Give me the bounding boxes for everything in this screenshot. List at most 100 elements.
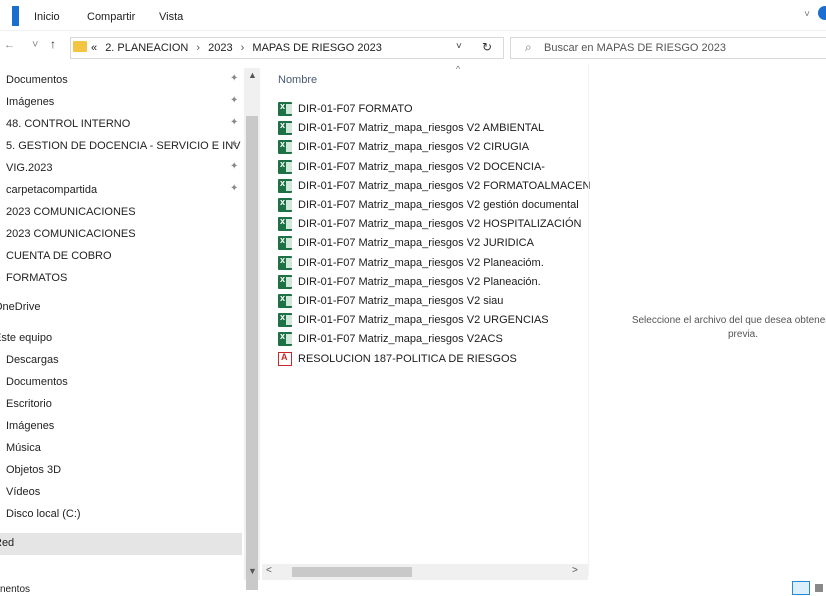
sidebar-item[interactable]: VIG.2023 ✦ — [0, 158, 242, 180]
sidebar-item[interactable]: FORMATOS — [0, 268, 242, 290]
sidebar-item[interactable]: Música — [0, 438, 242, 460]
scroll-up-icon[interactable]: ▲ — [248, 70, 257, 80]
scrollbar-thumb[interactable] — [292, 567, 412, 577]
list-item[interactable]: DIR-01-F07 Matriz_mapa_riesgos V2 DOCENC… — [278, 158, 588, 177]
preview-message-line2: previa. — [727, 329, 758, 340]
help-icon[interactable] — [818, 6, 826, 20]
list-item[interactable]: DIR-01-F07 FORMATO — [278, 100, 588, 119]
sidebar-item[interactable]: carpetacompartida ✦ — [0, 180, 242, 202]
sidebar-item[interactable]: Descargas — [0, 350, 242, 372]
sidebar-item-label: carpetacompartida — [6, 184, 98, 196]
list-item[interactable]: DIR-01-F07 Matriz_mapa_riesgos V2 URGENC… — [278, 311, 588, 330]
pin-icon[interactable]: ✦ — [230, 73, 238, 84]
excel-file-icon — [278, 159, 292, 174]
list-item[interactable]: DIR-01-F07 Matriz_mapa_riesgos V2 CIRUGI… — [278, 138, 588, 157]
sidebar-item[interactable]: Este equipo — [0, 328, 242, 350]
breadcrumb-item-mapas[interactable]: MAPAS DE RIESGO 2023 — [252, 42, 381, 54]
scroll-down-icon[interactable]: ▼ — [248, 566, 257, 576]
list-item[interactable]: DIR-01-F07 Matriz_mapa_riesgos V2 gestió… — [278, 196, 588, 215]
breadcrumb-overflow[interactable]: « — [91, 42, 97, 54]
tab-inicio[interactable]: Inicio — [34, 11, 60, 23]
sidebar-item[interactable]: Escritorio — [0, 394, 242, 416]
pin-icon[interactable]: ✦ — [230, 139, 238, 150]
list-item[interactable]: DIR-01-F07 Matriz_mapa_riesgos V2 HOSPIT… — [278, 215, 588, 234]
scroll-right-icon[interactable]: > — [572, 565, 578, 576]
file-list-horizontal-scrollbar[interactable]: < > — [262, 564, 588, 580]
sidebar-item[interactable]: 48. CONTROL INTERNO ✦ — [0, 114, 242, 136]
sidebar-item[interactable]: Imágenes — [0, 416, 242, 438]
sidebar-item-label: OneDrive — [0, 301, 41, 313]
breadcrumb-separator-icon[interactable]: › — [196, 42, 200, 54]
sidebar-item[interactable]: Objetos 3D — [0, 460, 242, 482]
list-item[interactable]: DIR-01-F07 Matriz_mapa_riesgos V2ACS — [278, 330, 588, 349]
list-item[interactable]: RESOLUCION 187-POLITICA DE RIESGOS — [278, 350, 588, 369]
ribbon: Inicio Compartir Vista ˅ — [0, 0, 826, 31]
address-dropdown-chevron-icon[interactable]: ˅ — [456, 41, 462, 52]
sidebar-item[interactable]: OneDrive — [0, 297, 242, 319]
sidebar-item-label: 48. CONTROL INTERNO — [6, 118, 131, 130]
sidebar-item[interactable]: CUENTA DE COBRO — [0, 246, 242, 268]
scrollbar-thumb[interactable] — [246, 116, 258, 590]
search-box[interactable]: ⌕ Buscar en MAPAS DE RIESGO 2023 — [510, 37, 826, 59]
sidebar-item[interactable]: Vídeos — [0, 482, 242, 504]
ribbon-collapse-chevron-icon[interactable]: ˅ — [804, 9, 810, 20]
excel-file-icon — [278, 101, 292, 116]
forward-arrow-icon[interactable]: ← — [4, 39, 15, 51]
sidebar-item-label: Documentos — [6, 376, 68, 388]
list-item[interactable]: DIR-01-F07 Matriz_mapa_riesgos V2 Planea… — [278, 273, 588, 292]
refresh-icon[interactable]: ↻ — [482, 40, 492, 54]
navigation-pane: Documentos ✦ Imágenes ✦ 48. CONTROL INTERNO ✦… — [0, 68, 244, 568]
tab-vista[interactable]: Vista — [159, 11, 183, 23]
list-item[interactable]: DIR-01-F07 Matriz_mapa_riesgos V2 Planea… — [278, 254, 588, 273]
sidebar-item-label: 5. GESTION DE DOCENCIA - SERVICIO E INV — [6, 140, 241, 152]
list-item[interactable]: DIR-01-F07 Matriz_mapa_riesgos V2 FORMAT… — [278, 177, 590, 196]
address-bar[interactable]: « 2. PLANEACION › 2023 › MAPAS DE RIESGO… — [70, 37, 504, 59]
recent-locations-chevron-icon[interactable]: ˅ — [32, 39, 38, 51]
preview-pane: Seleccione el archivo del que desea obte… — [588, 64, 826, 576]
up-arrow-icon[interactable]: ↑ — [50, 37, 56, 51]
list-item[interactable]: DIR-01-F07 Matriz_mapa_riesgos V2 JURIDI… — [278, 234, 588, 253]
pin-icon[interactable]: ✦ — [230, 95, 238, 106]
sidebar-item-label: Objetos 3D — [6, 464, 62, 476]
sidebar-item-label: Vídeos — [6, 486, 41, 498]
file-name: DIR-01-F07 Matriz_mapa_riesgos V2 JURIDI… — [298, 237, 534, 249]
column-header-nombre[interactable]: Nombre — [278, 74, 317, 86]
sidebar-item-label: Imágenes — [6, 420, 55, 432]
file-tab[interactable] — [12, 6, 19, 26]
sidebar-item[interactable]: 2023 COMUNICACIONES — [0, 224, 242, 246]
list-item[interactable]: DIR-01-F07 Matriz_mapa_riesgos V2 siau — [278, 292, 588, 311]
sidebar-item[interactable]: Documentos ✦ — [0, 70, 242, 92]
status-bar: nentos — [0, 581, 826, 596]
sidebar-item[interactable]: Red — [0, 533, 242, 555]
breadcrumb-item-2023[interactable]: 2023 — [208, 42, 232, 54]
sidebar-item[interactable]: 5. GESTION DE DOCENCIA - SERVICIO E INV ✦ — [0, 136, 242, 158]
tab-compartir[interactable]: Compartir — [87, 11, 135, 23]
sidebar-item-label: Este equipo — [0, 332, 53, 344]
excel-file-icon — [278, 255, 292, 270]
pin-icon[interactable]: ✦ — [230, 161, 238, 172]
excel-file-icon — [278, 331, 292, 346]
sidebar-item[interactable]: Documentos — [0, 372, 242, 394]
details-view-icon[interactable] — [792, 581, 810, 595]
search-input[interactable]: Buscar en MAPAS DE RIESGO 2023 — [544, 42, 726, 54]
excel-file-icon — [278, 216, 292, 231]
navigation-bar: ← ˅ ↑ « 2. PLANEACION › 2023 › MAPAS DE … — [0, 34, 826, 60]
large-icons-view-icon[interactable] — [815, 584, 823, 592]
pdf-file-icon — [278, 352, 292, 366]
sidebar-item-label: VIG.2023 — [6, 162, 53, 174]
pin-icon[interactable]: ✦ — [230, 117, 238, 128]
sidebar-item[interactable]: Disco local (C:) — [0, 504, 242, 526]
file-name: DIR-01-F07 Matriz_mapa_riesgos V2 AMBIEN… — [298, 122, 545, 134]
sidebar-item-label: Imágenes — [6, 96, 55, 108]
pin-icon[interactable]: ✦ — [230, 183, 238, 194]
sidebar-item[interactable]: Imágenes ✦ — [0, 92, 242, 114]
breadcrumb-item-planeacion[interactable]: 2. PLANEACION — [105, 42, 188, 54]
breadcrumb-separator-icon[interactable]: › — [241, 42, 245, 54]
excel-file-icon — [278, 120, 292, 135]
sidebar-item[interactable]: 2023 COMUNICACIONES — [0, 202, 242, 224]
navigation-pane-scrollbar[interactable]: ▲ ▼ — [244, 68, 260, 590]
list-item[interactable]: DIR-01-F07 Matriz_mapa_riesgos V2 AMBIEN… — [278, 119, 588, 138]
scroll-left-icon[interactable]: < — [266, 565, 272, 576]
sidebar-item-label: Disco local (C:) — [6, 508, 81, 520]
status-text: nentos — [0, 584, 31, 595]
